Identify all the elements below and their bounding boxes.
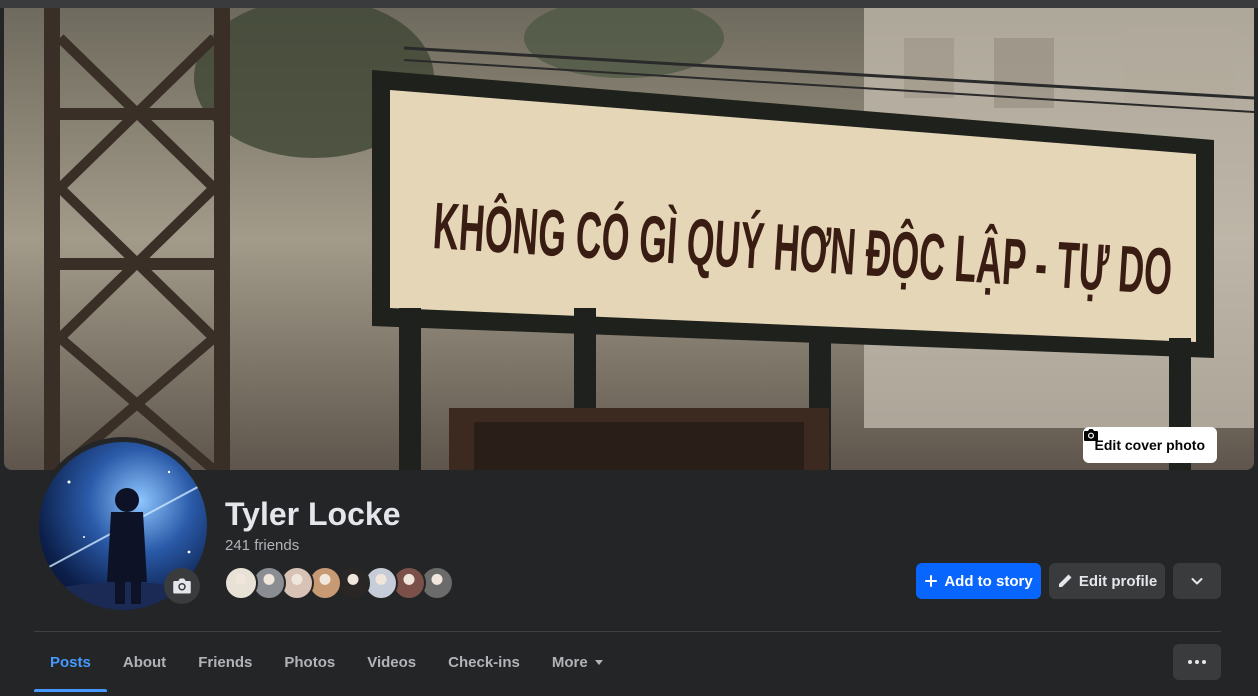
update-profile-picture-button[interactable] [164,568,200,604]
tab-about[interactable]: About [107,632,182,692]
friend-avatars [224,566,454,600]
edit-cover-photo-button[interactable]: Edit cover photo [1082,427,1217,463]
pencil-icon [1058,574,1072,587]
add-to-story-label: Add to story [944,572,1033,590]
friend-avatar[interactable] [224,566,258,600]
tab-posts[interactable]: Posts [34,632,107,692]
tab-label: Posts [50,653,91,671]
caret-down-icon [594,660,603,665]
more-options-button[interactable] [1173,644,1221,680]
tab-videos[interactable]: Videos [351,632,432,692]
tab-label: More [551,653,588,671]
tab-check-ins[interactable]: Check-ins [432,632,536,692]
edit-cover-photo-label: Edit cover photo [1094,437,1205,453]
tab-label: About [122,653,167,671]
camera-icon [1083,429,1098,441]
top-bar-edge [0,0,1258,8]
tab-label: Friends [198,653,253,671]
profile-tabs: Posts About Friends Photos Videos Check-… [34,632,620,692]
tab-label: Photos [284,653,336,671]
plus-icon [925,575,938,587]
tab-friends[interactable]: Friends [182,632,268,692]
edit-profile-label: Edit profile [1078,572,1158,590]
camera-icon [173,578,191,594]
profile-options-dropdown-button[interactable] [1173,563,1221,599]
cover-photo-image: KHÔNG CÓ GÌ QUÝ HƠN ĐỘC LẬP - TỰ DO [4,8,1254,470]
tab-label: Videos [367,653,417,671]
friends-count-link[interactable]: 241 friends [225,537,299,554]
profile-name: Tyler Locke [225,496,401,532]
chevron-down-icon [1191,578,1203,585]
tab-label: Check-ins [448,653,520,671]
add-to-story-button[interactable]: Add to story [916,563,1041,599]
tab-more[interactable]: More [536,632,620,692]
tab-photos[interactable]: Photos [268,632,351,692]
edit-profile-button[interactable]: Edit profile [1049,563,1165,599]
cover-photo[interactable]: KHÔNG CÓ GÌ QUÝ HƠN ĐỘC LẬP - TỰ DO Edit… [4,8,1254,470]
ellipsis-icon [1188,660,1206,664]
